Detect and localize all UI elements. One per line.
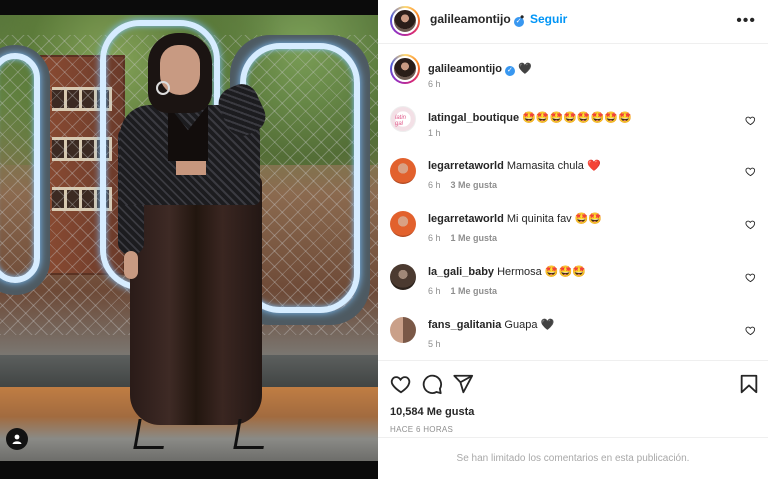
caption-body: 🖤: [518, 63, 532, 75]
comment-text: legarretaworld Mamasita chula ❤️: [428, 160, 601, 172]
post-photo[interactable]: [0, 0, 378, 479]
post-time-ago: Hace 6 horas: [390, 425, 454, 434]
share-paper-plane-icon[interactable]: [452, 373, 474, 395]
separator-dot: •: [520, 10, 525, 24]
user-icon: [12, 434, 22, 444]
figure-pants: [130, 175, 262, 425]
commenter-username[interactable]: legarretaworld: [428, 160, 504, 172]
comments-list[interactable]: galileamontijo ✓ 🖤 6 h latin gal latingal…: [378, 44, 768, 360]
follow-button[interactable]: Seguir: [530, 12, 567, 26]
caption-text: galileamontijo ✓ 🖤: [428, 62, 738, 76]
post-modal: galileamontijo ✓ • Seguir ••• galileamont…: [0, 0, 768, 479]
verified-badge-icon: ✓: [504, 66, 515, 76]
figure-earring: [156, 81, 170, 95]
comment-item: legarretaworld Mi quinita fav 🤩🤩 6 h1 Me…: [390, 211, 760, 249]
figure-hand: [124, 251, 138, 279]
photo-scene: [0, 15, 378, 461]
comment-item: legarretaworld Mamasita chula ❤️ 6 h3 Me…: [390, 158, 760, 196]
save-bookmark-icon[interactable]: [738, 373, 760, 395]
comment-item: fans_galitania Guapa 🖤 5 h: [390, 317, 760, 355]
figure-shoe-left: [133, 419, 169, 449]
like-comment-heart-icon[interactable]: [745, 325, 756, 336]
comment-item: la_gali_baby Hermosa 🤩🤩🤩 6 h1 Me gusta: [390, 264, 760, 302]
comment-meta: 6 h3 Me gusta: [428, 180, 498, 190]
like-heart-icon[interactable]: [390, 373, 412, 395]
like-comment-heart-icon[interactable]: [745, 219, 756, 230]
comment-meta: 5 h: [428, 339, 441, 349]
caption-author-avatar[interactable]: [390, 54, 420, 84]
comment-bubble-icon[interactable]: [421, 373, 443, 395]
commenter-avatar[interactable]: [390, 317, 416, 343]
caption: galileamontijo ✓ 🖤 6 h: [390, 54, 760, 94]
neon-light-left: [0, 53, 40, 283]
commenter-avatar[interactable]: [390, 211, 416, 237]
commenter-username[interactable]: legarretaworld: [428, 213, 504, 225]
like-comment-heart-icon[interactable]: [745, 166, 756, 177]
commenter-username[interactable]: latingal_boutique: [428, 112, 519, 124]
caption-username[interactable]: galileamontijo: [428, 63, 502, 75]
comments-limited-notice: Se han limitado los comentarios en esta …: [378, 437, 768, 479]
comment-text: legarretaworld Mi quinita fav 🤩🤩: [428, 213, 603, 225]
comment-meta: 6 h1 Me gusta: [428, 233, 498, 243]
commenter-avatar[interactable]: latin gal: [390, 106, 416, 132]
more-options-icon[interactable]: •••: [736, 12, 756, 30]
tagged-users-button[interactable]: [6, 428, 28, 450]
like-comment-heart-icon[interactable]: [745, 115, 756, 126]
figure-midriff: [176, 161, 206, 175]
comment-text: latingal_boutique 🤩🤩🤩🤩🤩🤩🤩🤩: [428, 112, 632, 124]
comment-likes[interactable]: 3 Me gusta: [451, 180, 498, 190]
figure-shoe-right: [233, 419, 269, 449]
comment-text: fans_galitania Guapa 🖤: [428, 319, 555, 331]
likes-count[interactable]: 10,584 Me gusta: [390, 406, 474, 418]
author-username[interactable]: galileamontijo ✓: [430, 12, 524, 27]
comment-item: latin gal latingal_boutique 🤩🤩🤩🤩🤩🤩🤩🤩 1 h: [390, 106, 760, 144]
comment-likes[interactable]: 1 Me gusta: [451, 233, 498, 243]
commenter-avatar[interactable]: [390, 158, 416, 184]
commenter-username[interactable]: fans_galitania: [428, 319, 501, 331]
post-side-panel: galileamontijo ✓ • Seguir ••• galileamont…: [378, 0, 768, 479]
caption-time: 6 h: [428, 79, 441, 89]
comment-meta: 1 h: [428, 128, 441, 138]
post-header: galileamontijo ✓ • Seguir •••: [378, 0, 768, 44]
comment-likes[interactable]: 1 Me gusta: [451, 286, 498, 296]
comment-meta: 6 h1 Me gusta: [428, 286, 498, 296]
comment-text: la_gali_baby Hermosa 🤩🤩🤩: [428, 266, 586, 278]
author-avatar[interactable]: [390, 6, 420, 36]
commenter-avatar[interactable]: [390, 264, 416, 290]
commenter-username[interactable]: la_gali_baby: [428, 266, 494, 278]
like-comment-heart-icon[interactable]: [745, 272, 756, 283]
